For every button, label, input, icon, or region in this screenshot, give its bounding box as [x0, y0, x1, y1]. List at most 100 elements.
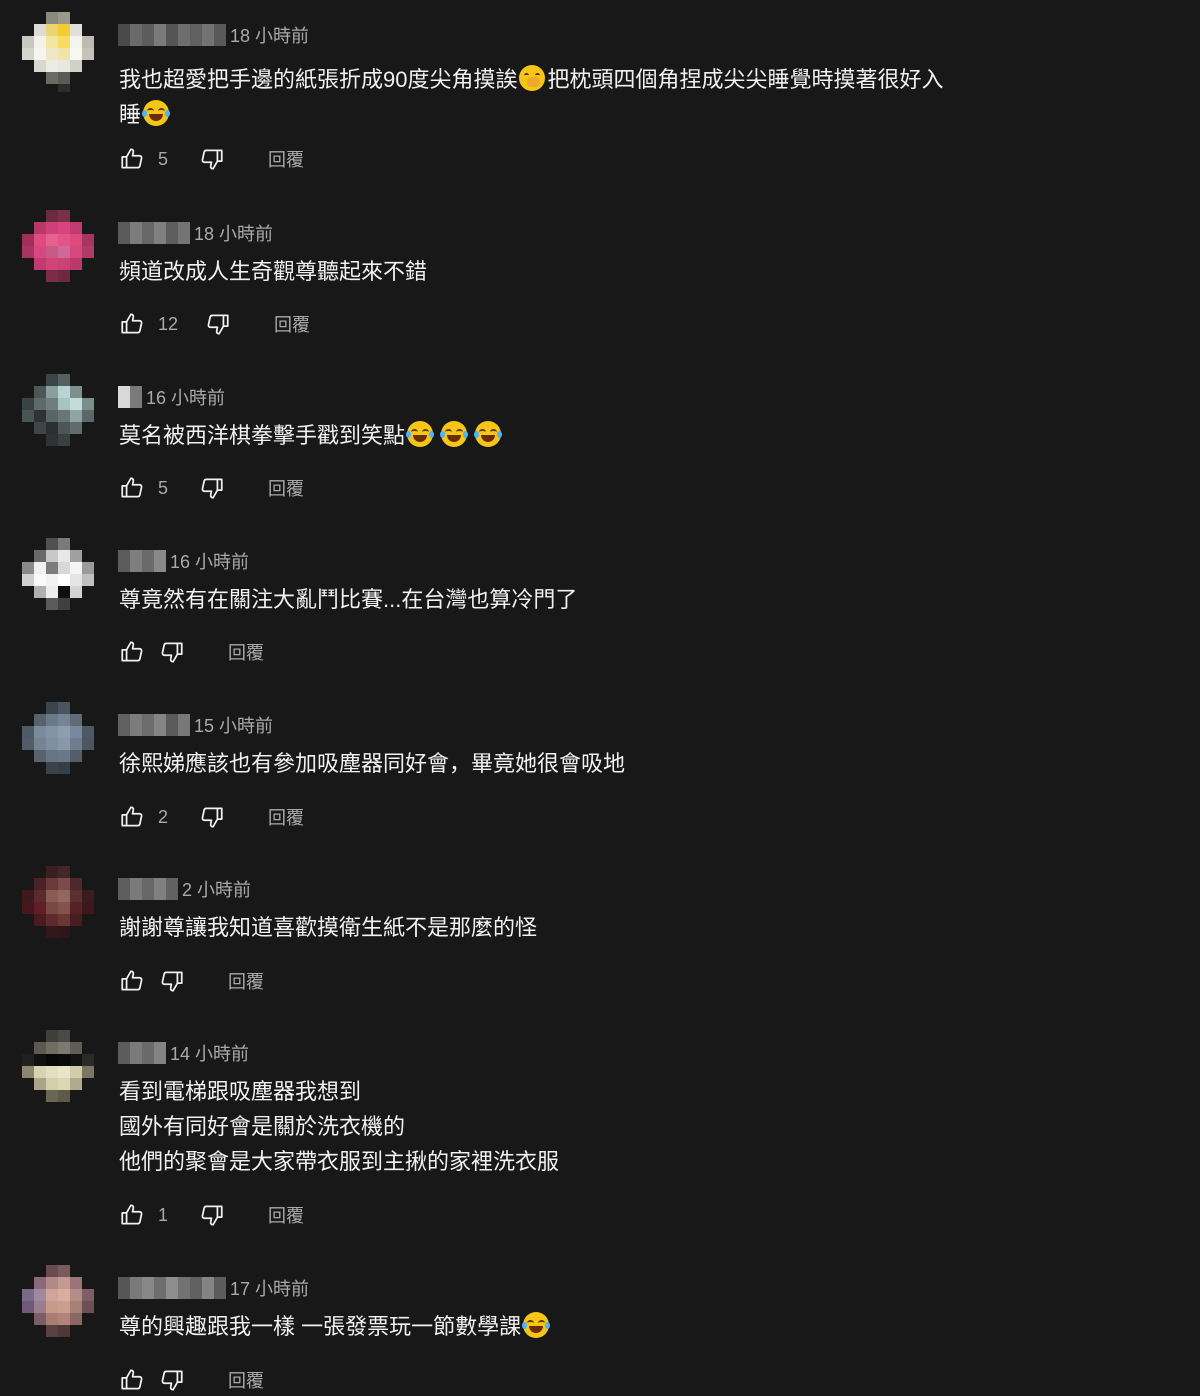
comment-text: 莫名被西洋棋拳擊手戳到笑點 — [119, 418, 1019, 453]
comment-actions: 回覆 — [118, 637, 264, 667]
author-row: 16 小時前 — [118, 382, 225, 412]
reply-button[interactable]: 回覆 — [268, 804, 304, 830]
reply-button[interactable]: 回覆 — [274, 311, 310, 337]
like-button[interactable] — [118, 1366, 146, 1394]
like-count: 12 — [158, 313, 179, 334]
like-button[interactable] — [118, 638, 146, 666]
author-row: 18 小時前 — [118, 20, 309, 50]
avatar[interactable] — [22, 538, 94, 618]
like-button[interactable] — [118, 474, 146, 502]
thumbs-down-icon — [161, 642, 183, 663]
comment-timestamp[interactable]: 18 小時前 — [230, 22, 309, 48]
laughing-emoji-icon — [522, 1312, 551, 1338]
dislike-button[interactable] — [158, 1366, 186, 1394]
comment-text: 我也超愛把手邊的紙張折成90度尖角摸誒 把枕頭四個角捏成尖尖睡覺時摸著很好入睡 — [119, 62, 1019, 132]
dislike-button[interactable] — [158, 967, 186, 995]
thumbs-down-icon — [201, 478, 223, 499]
reply-button[interactable]: 回覆 — [268, 1202, 304, 1228]
author-row: 14 小時前 — [118, 1038, 249, 1068]
author-name-blurred[interactable] — [118, 714, 190, 736]
comment-text: 徐熙娣應該也有參加吸塵器同好會，畢竟她很會吸地 — [119, 751, 626, 776]
author-row: 16 小時前 — [118, 546, 249, 576]
thumbs-up-icon — [121, 313, 143, 334]
avatar[interactable] — [22, 374, 94, 454]
comment-timestamp[interactable]: 14 小時前 — [170, 1040, 249, 1066]
comment-text: 頻道改成人生奇觀尊聽起來不錯 — [119, 259, 428, 284]
author-name-blurred[interactable] — [118, 24, 226, 46]
reply-button[interactable]: 回覆 — [268, 146, 304, 172]
laughing-emoji-icon — [142, 100, 171, 126]
avatar[interactable] — [22, 12, 94, 92]
reply-button[interactable]: 回覆 — [228, 968, 264, 994]
reply-button[interactable]: 回覆 — [228, 639, 264, 665]
comment-timestamp[interactable]: 16 小時前 — [170, 548, 249, 574]
author-row: 18 小時前 — [118, 218, 273, 248]
comment-text: 看到電梯跟吸塵器我想到 國外有同好會是關於洗衣機的 他們的聚會是大家帶衣服到主揪… — [119, 1079, 560, 1174]
thumbs-down-icon — [161, 971, 183, 992]
author-name-blurred[interactable] — [118, 1042, 166, 1064]
comment-timestamp[interactable]: 15 小時前 — [194, 712, 273, 738]
like-count: 2 — [158, 806, 169, 827]
author-name-blurred[interactable] — [118, 878, 178, 900]
comment-timestamp[interactable]: 16 小時前 — [146, 384, 225, 410]
author-name-blurred[interactable] — [118, 386, 142, 408]
thumbs-up-icon — [121, 641, 143, 662]
thumbs-up-icon — [121, 1204, 143, 1225]
thumbs-up-icon — [121, 970, 143, 991]
like-button[interactable] — [118, 310, 146, 338]
comment-actions: 回覆 — [118, 966, 264, 996]
reply-button[interactable]: 回覆 — [268, 475, 304, 501]
reply-button[interactable]: 回覆 — [228, 1367, 264, 1393]
comment-timestamp[interactable]: 17 小時前 — [230, 1275, 309, 1301]
avatar[interactable] — [22, 702, 94, 782]
avatar[interactable] — [22, 866, 94, 946]
author-row: 2 小時前 — [118, 874, 251, 904]
laughing-emoji-icon — [406, 421, 435, 447]
comment-actions: 12 回覆 — [118, 309, 310, 339]
comment-text-part: 我也超愛把手邊的紙張折成90度尖角摸誒 — [119, 67, 518, 92]
like-button[interactable] — [118, 145, 146, 173]
author-name-blurred[interactable] — [118, 550, 166, 572]
comment-timestamp[interactable]: 2 小時前 — [182, 876, 251, 902]
comment-text: 謝謝尊讓我知道喜歡摸衛生紙不是那麼的怪 — [119, 915, 538, 940]
comment-text: 尊的興趣跟我一樣 一張發票玩一節數學課 — [119, 1309, 1019, 1344]
dislike-button[interactable] — [198, 474, 226, 502]
like-count: 5 — [158, 477, 169, 498]
author-row: 17 小時前 — [118, 1273, 309, 1303]
thumbs-up-icon — [121, 148, 143, 169]
like-count: 5 — [158, 148, 169, 169]
dislike-button[interactable] — [158, 638, 186, 666]
comment-actions: 回覆 — [118, 1365, 264, 1395]
thumbs-down-icon — [201, 807, 223, 828]
avatar[interactable] — [22, 1030, 94, 1110]
comment-text: 尊竟然有在關注大亂鬥比賽...在台灣也算冷門了 — [119, 587, 578, 612]
like-button[interactable] — [118, 1201, 146, 1229]
comment-actions: 5 回覆 — [118, 144, 304, 174]
thumbs-up-icon — [121, 477, 143, 498]
author-name-blurred[interactable] — [118, 1277, 226, 1299]
comment-actions: 5 回覆 — [118, 473, 304, 503]
thumbs-down-icon — [207, 314, 229, 335]
comment-timestamp[interactable]: 18 小時前 — [194, 220, 273, 246]
author-name-blurred[interactable] — [118, 222, 190, 244]
comment-actions: 2 回覆 — [118, 802, 304, 832]
thumbs-up-icon — [121, 806, 143, 827]
laughing-emoji-icon — [474, 421, 503, 447]
dislike-button[interactable] — [198, 803, 226, 831]
like-count: 1 — [158, 1204, 169, 1225]
thumbs-down-icon — [201, 149, 223, 170]
avatar[interactable] — [22, 1265, 94, 1345]
hand-over-mouth-emoji-icon — [519, 65, 546, 91]
dislike-button[interactable] — [198, 145, 226, 173]
like-button[interactable] — [118, 803, 146, 831]
thumbs-down-icon — [201, 1205, 223, 1226]
avatar[interactable] — [22, 210, 94, 290]
comment-text-part: 莫名被西洋棋拳擊手戳到笑點 — [119, 423, 406, 448]
thumbs-up-icon — [121, 1369, 143, 1390]
dislike-button[interactable] — [198, 1201, 226, 1229]
like-button[interactable] — [118, 967, 146, 995]
laughing-emoji-icon — [440, 421, 469, 447]
dislike-button[interactable] — [204, 310, 232, 338]
comment-list: 18 小時前 我也超愛把手邊的紙張折成90度尖角摸誒 把枕頭四個角捏成尖尖睡覺時摸… — [0, 0, 1200, 1396]
comment-text-part: 尊的興趣跟我一樣 一張發票玩一節數學課 — [119, 1314, 522, 1339]
